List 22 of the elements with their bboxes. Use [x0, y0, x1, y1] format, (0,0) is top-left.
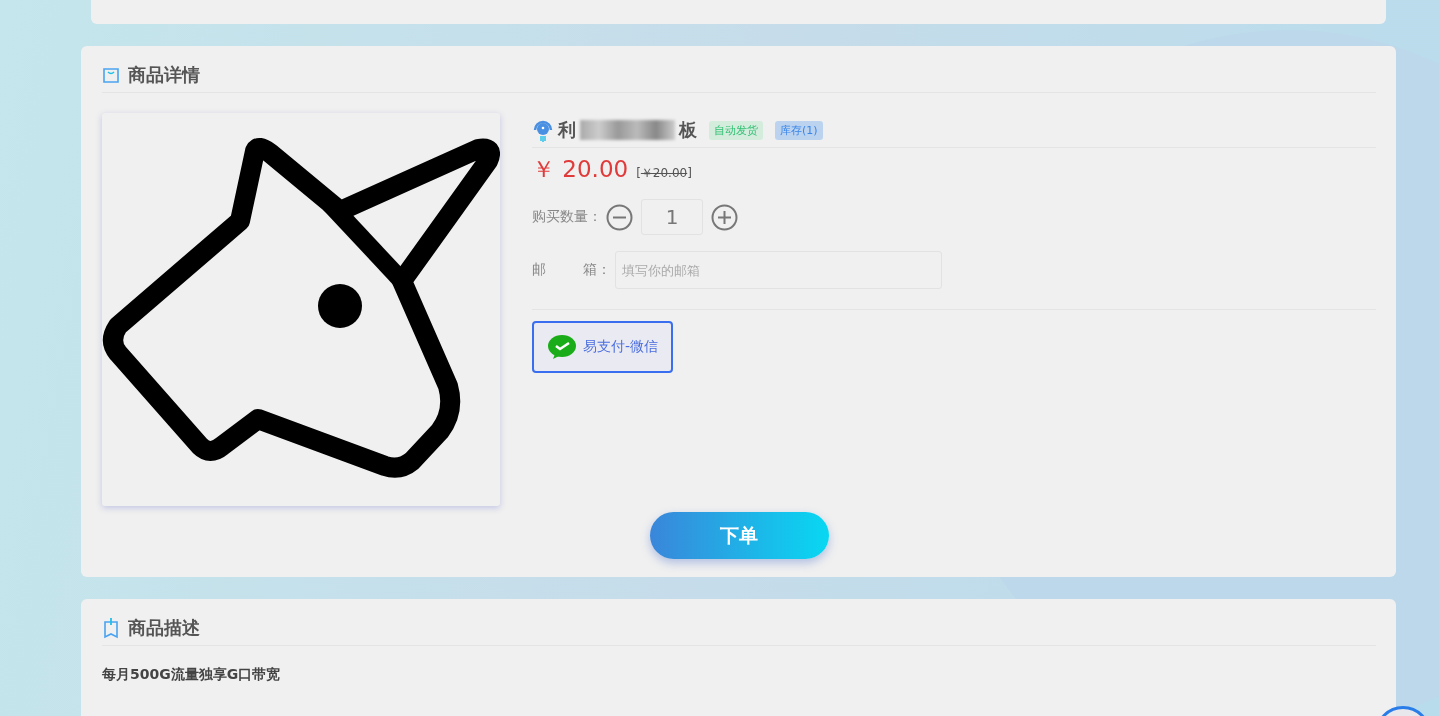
original-price: [￥20.00]: [636, 165, 692, 182]
email-label: 邮: [532, 261, 546, 279]
tag: 自动发货: [709, 120, 763, 140]
tag: 库存(1): [775, 120, 823, 140]
section-title: 商品描述: [128, 616, 200, 640]
section-title: 商品详情: [128, 63, 200, 87]
quantity-field[interactable]: 1: [641, 199, 703, 235]
payment-label: 易支付-微信: [583, 338, 659, 356]
email-label: 箱：: [583, 261, 611, 279]
email-field[interactable]: 填写你的邮箱: [615, 251, 942, 289]
plus-icon[interactable]: [711, 203, 738, 231]
wechat-icon: [547, 334, 577, 360]
payment-option[interactable]: 易支付-微信: [532, 321, 673, 373]
price: ￥ 20.00: [532, 155, 629, 184]
product-title: 利: [558, 118, 576, 142]
minus-icon[interactable]: [606, 203, 633, 231]
quantity-label: 购买数量：: [532, 208, 602, 226]
product-title-end: 板: [679, 118, 697, 142]
order-button[interactable]: 下单: [649, 512, 829, 559]
description-text: 每月500G流量独享G口带宽: [102, 666, 282, 684]
tag-icon: [102, 617, 120, 639]
bag-icon: [102, 66, 120, 84]
